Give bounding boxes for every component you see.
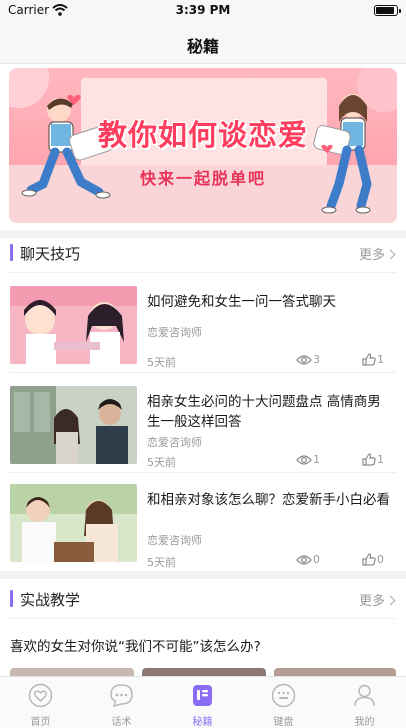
heart-decor-icon	[67, 95, 81, 105]
practice-question[interactable]: 喜欢的女生对你说“我们不可能”该怎么办?	[10, 635, 261, 655]
tab-home[interactable]: 首页	[0, 677, 81, 728]
article-title: 如何避免和女生一问一答式聊天	[147, 294, 336, 310]
article-author: 恋爱咨询师	[147, 534, 202, 547]
view-count: 1	[296, 453, 320, 466]
banner-title: 教你如何谈恋爱	[97, 118, 308, 152]
like-count-value: 1	[377, 353, 384, 366]
article-item[interactable]: 和相亲对象该怎么聊？恋爱新手小白必看 恋爱咨询师 5天前 0 0	[0, 484, 406, 582]
status-bar: Carrier 3:39 PM	[0, 0, 406, 22]
chevron-right-icon	[385, 249, 396, 260]
like-count-value: 1	[377, 453, 384, 466]
like-count[interactable]: 1	[362, 353, 384, 366]
heart-icon	[28, 683, 53, 708]
promo-banner[interactable]: 教你如何谈恋爱 快来一起脱单吧	[9, 68, 397, 223]
like-count[interactable]: 1	[362, 453, 384, 466]
article-time: 5天前	[147, 356, 176, 369]
section-accent-bar	[10, 244, 13, 261]
tab-label: 键盘	[273, 717, 294, 728]
row-divider	[10, 272, 396, 273]
article-time: 5天前	[147, 556, 176, 569]
eye-icon	[296, 455, 312, 465]
more-label: 更多	[358, 248, 385, 263]
like-count[interactable]: 0	[362, 553, 384, 566]
article-title: 相亲女生必问的十大问题盘点 高情商男生一般这样回答	[147, 394, 381, 430]
person-icon	[354, 684, 375, 707]
tab-bar: 首页 话术 秘籍 键盘 我的	[0, 676, 406, 728]
tab-label: 话术	[111, 717, 132, 728]
article-item[interactable]: 相亲女生必问的十大问题盘点 高情商男生一般这样回答 恋爱咨询师 5天前 1 1	[0, 386, 406, 484]
article-author: 恋爱咨询师	[147, 436, 202, 449]
thumbs-up-icon	[362, 553, 376, 566]
view-count-value: 3	[313, 353, 320, 366]
tab-label: 秘籍	[192, 717, 213, 728]
article-item[interactable]: 如何避免和女生一问一答式聊天 恋爱咨询师 5天前 3 1	[0, 286, 406, 384]
article-thumbnail	[10, 484, 137, 562]
chat-bubble-icon	[110, 684, 133, 708]
girl-illustration-icon	[313, 94, 372, 214]
eye-icon	[296, 555, 312, 565]
eye-icon	[296, 355, 312, 365]
tab-phrases[interactable]: 话术	[81, 677, 162, 728]
page-title: 秘籍	[186, 37, 219, 56]
chevron-right-icon	[385, 595, 396, 606]
battery-icon	[374, 5, 401, 16]
tab-secrets[interactable]: 秘籍	[162, 677, 243, 728]
practice-thumbnail[interactable]	[274, 668, 396, 676]
article-thumbnail	[10, 286, 137, 364]
section-title: 聊天技巧	[20, 245, 81, 263]
thumbs-up-icon	[362, 353, 376, 366]
article-author: 恋爱咨询师	[147, 326, 202, 339]
article-time: 5天前	[147, 456, 176, 469]
section-practice-header: 实战教学 更多	[0, 578, 406, 618]
thumbs-up-icon	[362, 453, 376, 466]
view-count: 3	[296, 353, 320, 366]
tab-label: 首页	[30, 717, 51, 728]
tab-keyboard[interactable]: 键盘	[243, 677, 324, 728]
row-divider	[10, 472, 396, 473]
book-icon	[193, 685, 212, 706]
tab-label: 我的	[354, 717, 375, 728]
row-divider	[10, 372, 396, 373]
section-title: 实战教学	[20, 591, 81, 609]
article-title: 和相亲对象该怎么聊？恋爱新手小白必看	[147, 492, 390, 508]
keyboard-icon	[271, 683, 296, 708]
view-count-value: 0	[313, 553, 320, 566]
view-count-value: 1	[313, 453, 320, 466]
row-divider	[10, 618, 396, 619]
boy-illustration-icon	[21, 98, 113, 199]
article-thumbnail	[10, 386, 137, 464]
view-count: 0	[296, 553, 320, 566]
tab-profile[interactable]: 我的	[324, 677, 405, 728]
like-count-value: 0	[377, 553, 384, 566]
more-label: 更多	[358, 594, 385, 609]
practice-thumbnail[interactable]	[142, 668, 266, 676]
banner-subtitle: 快来一起脱单吧	[139, 169, 266, 188]
clock: 3:39 PM	[175, 3, 231, 17]
section-chat-skills-header: 聊天技巧 更多	[0, 232, 406, 272]
practice-thumbnail[interactable]	[10, 668, 134, 676]
more-link[interactable]: 更多	[358, 590, 396, 609]
navigation-bar: 秘籍	[0, 22, 406, 64]
content-area[interactable]: 教你如何谈恋爱 快来一起脱单吧 聊天技巧 更多 如何避免和女生一问一答式聊天 恋…	[0, 64, 406, 676]
section-accent-bar	[10, 590, 13, 607]
more-link[interactable]: 更多	[358, 244, 396, 263]
